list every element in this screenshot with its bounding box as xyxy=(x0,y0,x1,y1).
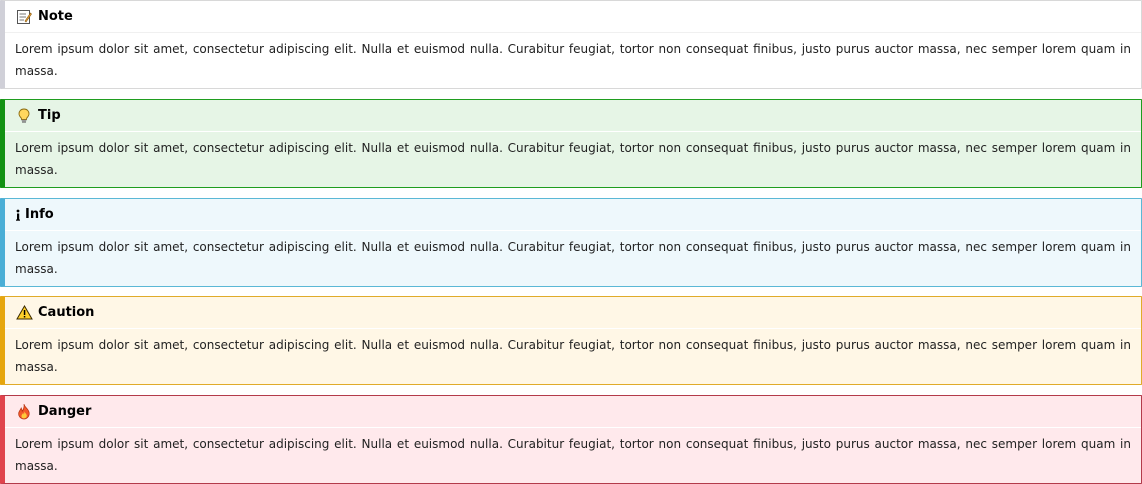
admonition-title: Caution xyxy=(38,305,95,320)
admonition-heading: Caution xyxy=(5,297,1141,328)
info-icon xyxy=(14,206,22,224)
admonition-text: Lorem ipsum dolor sit amet, consectetur … xyxy=(15,141,1131,177)
admonition-title: Tip xyxy=(38,108,61,123)
admonition-info: Info Lorem ipsum dolor sit amet, consect… xyxy=(0,198,1142,287)
admonition-heading: Tip xyxy=(5,100,1141,131)
admonition-title: Danger xyxy=(38,404,92,419)
memo-icon xyxy=(15,8,33,26)
admonition-title: Note xyxy=(38,9,73,24)
admonition-heading: Note xyxy=(5,1,1141,32)
warning-icon xyxy=(15,304,33,322)
lightbulb-icon xyxy=(15,107,33,125)
admonition-tip: Tip Lorem ipsum dolor sit amet, consecte… xyxy=(0,99,1142,188)
admonition-text: Lorem ipsum dolor sit amet, consectetur … xyxy=(15,42,1131,78)
fire-icon xyxy=(15,403,33,421)
admonition-heading: Danger xyxy=(5,396,1141,427)
admonition-text: Lorem ipsum dolor sit amet, consectetur … xyxy=(15,338,1131,374)
admonition-heading: Info xyxy=(5,199,1141,230)
admonition-caution: Caution Lorem ipsum dolor sit amet, cons… xyxy=(0,296,1142,385)
admonition-text: Lorem ipsum dolor sit amet, consectetur … xyxy=(15,437,1131,473)
admonition-title: Info xyxy=(25,207,54,222)
admonition-note: Note Lorem ipsum dolor sit amet, consect… xyxy=(0,0,1142,89)
admonition-text: Lorem ipsum dolor sit amet, consectetur … xyxy=(15,240,1131,276)
admonition-danger: Danger Lorem ipsum dolor sit amet, conse… xyxy=(0,395,1142,484)
